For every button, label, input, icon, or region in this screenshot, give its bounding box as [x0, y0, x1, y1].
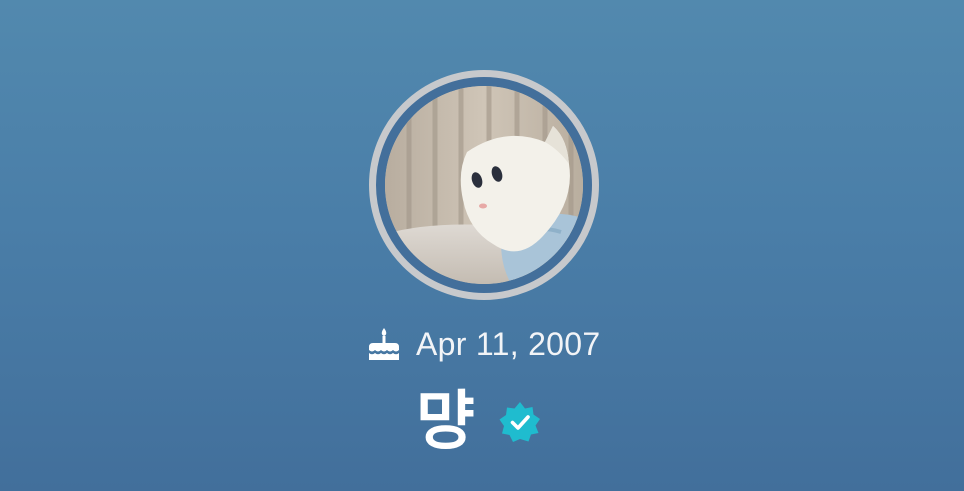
- verified-badge-icon[interactable]: [499, 401, 541, 443]
- birthday-row: Apr 11, 2007: [366, 324, 600, 364]
- birthday-date: Apr 11, 2007: [416, 326, 601, 362]
- avatar-ring[interactable]: [369, 70, 599, 300]
- cake-icon: [369, 328, 399, 360]
- avatar[interactable]: [385, 86, 583, 284]
- name-row: 먕: [416, 382, 541, 462]
- profile-header: Apr 11, 2007 먕: [0, 0, 964, 491]
- avatar-image: [385, 86, 583, 284]
- display-name: 먕: [416, 385, 475, 459]
